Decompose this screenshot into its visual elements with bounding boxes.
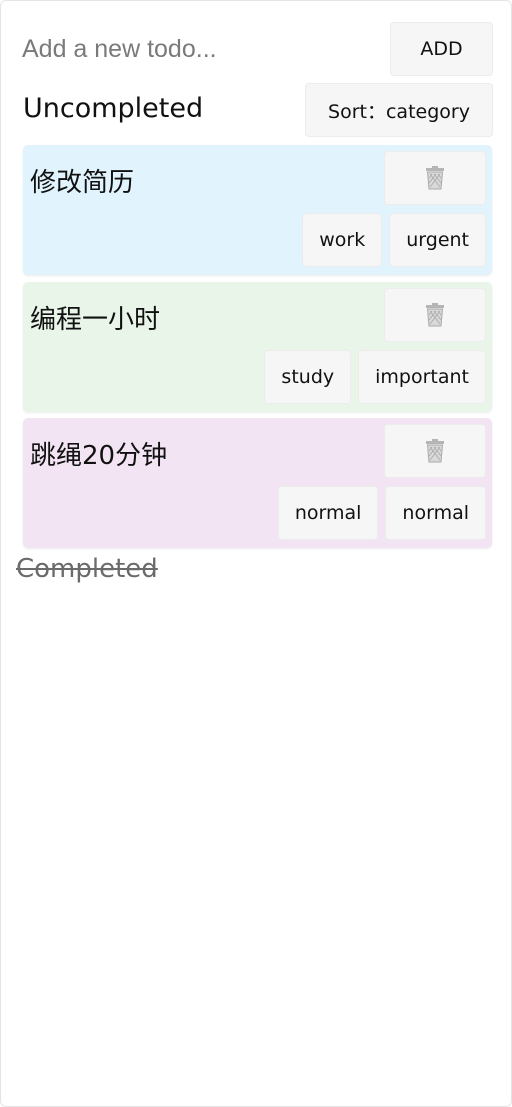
category-tag[interactable]: normal: [277, 486, 379, 540]
priority-tag[interactable]: important: [358, 350, 486, 404]
uncompleted-title: Uncompleted: [23, 93, 204, 124]
trash-icon: [426, 303, 444, 327]
new-todo-input[interactable]: [22, 22, 382, 76]
todo-title: 修改简历: [30, 168, 135, 198]
todo-title: 编程一小时: [30, 305, 161, 335]
category-tag[interactable]: work: [302, 213, 383, 267]
tag-list: normal normal: [277, 486, 486, 540]
tag-list: study important: [264, 350, 486, 404]
completed-title[interactable]: Completed: [16, 554, 158, 584]
priority-tag[interactable]: normal: [385, 486, 486, 540]
delete-button[interactable]: [384, 288, 486, 342]
priority-tag[interactable]: urgent: [389, 213, 486, 267]
sort-button[interactable]: Sort：category: [305, 83, 493, 137]
delete-button[interactable]: [384, 151, 486, 205]
add-button[interactable]: ADD: [390, 22, 493, 76]
todo-title: 跳绳20分钟: [30, 441, 168, 471]
todo-card[interactable]: 修改简历 work urgent: [23, 145, 492, 275]
trash-icon: [426, 166, 444, 190]
category-tag[interactable]: study: [264, 350, 352, 404]
uncompleted-header: Uncompleted Sort：category: [22, 83, 493, 137]
add-todo-bar: ADD: [22, 22, 493, 76]
tag-list: work urgent: [302, 213, 486, 267]
delete-button[interactable]: [384, 424, 486, 478]
todo-card[interactable]: 跳绳20分钟 normal normal: [23, 418, 492, 548]
todo-card[interactable]: 编程一小时 study important: [23, 282, 492, 412]
todo-app: ADD Uncompleted Sort：category 修改简历 work …: [0, 0, 512, 1107]
trash-icon: [426, 439, 444, 463]
